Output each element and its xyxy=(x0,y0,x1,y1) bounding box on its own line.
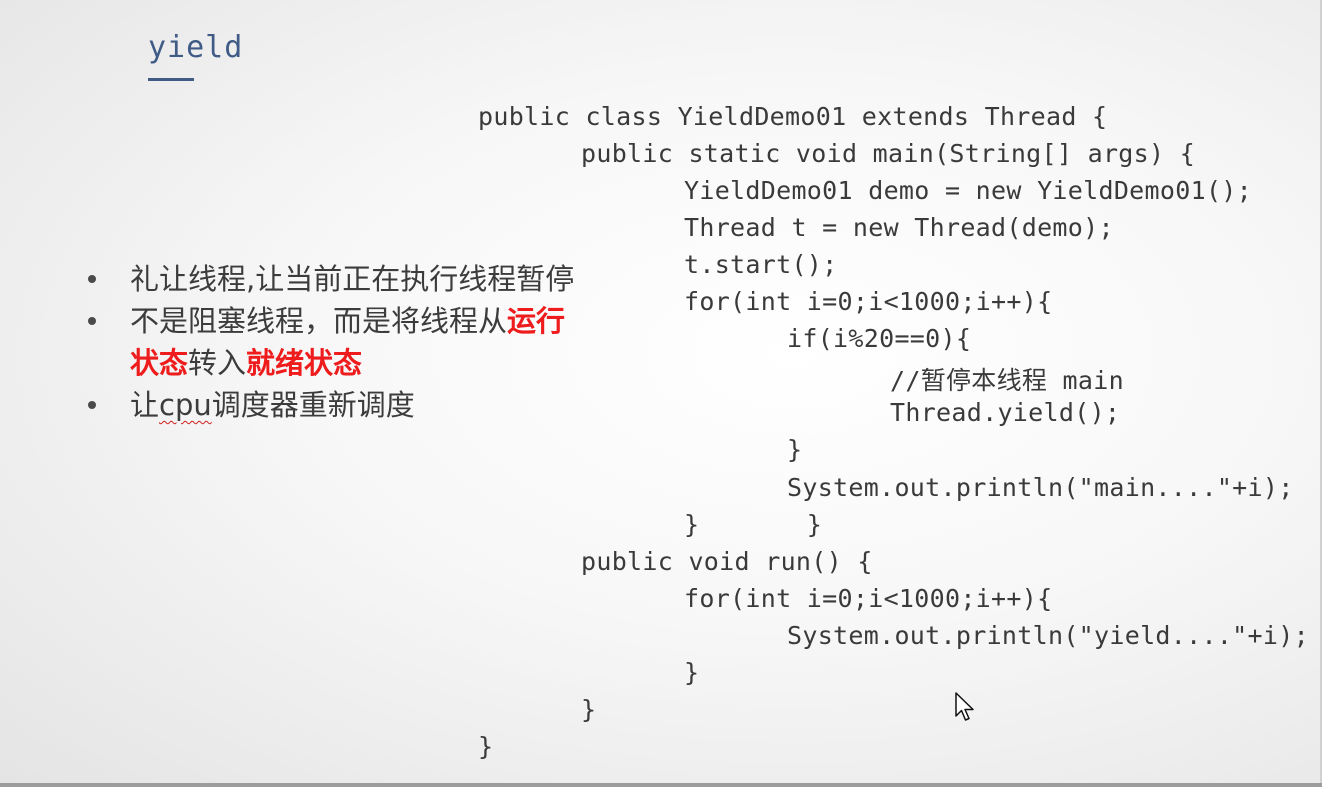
code-line: } } xyxy=(684,510,823,539)
code-line: Thread t = new Thread(demo); xyxy=(684,213,1114,242)
slide: yield 礼让线程,让当前正在执行线程暂停 不是阻塞线程，而是将线程从运行 状… xyxy=(0,0,1322,787)
code-line: public void run() { xyxy=(581,547,873,576)
bullet-text: 让 xyxy=(130,388,160,422)
bullet-highlight: 就绪状态 xyxy=(246,346,363,380)
code-line: public class YieldDemo01 extends Thread … xyxy=(478,102,1108,131)
bullet-item: 让cpu调度器重新调度 xyxy=(86,384,574,426)
bullet-list: 礼让线程,让当前正在执行线程暂停 不是阻塞线程，而是将线程从运行 状态转入就绪状… xyxy=(86,258,574,426)
code-line: } xyxy=(581,695,597,724)
bullet-text: 礼让线程,让当前正在执行线程暂停 xyxy=(130,262,575,296)
bullet-text: 转入 xyxy=(188,346,247,380)
code-line: t.start(); xyxy=(684,250,838,279)
code-line: for(int i=0;i<1000;i++){ xyxy=(684,287,1053,316)
bullet-text: 不是阻塞线程，而是将线程从 xyxy=(130,304,508,338)
code-line: } xyxy=(478,732,494,761)
code-line: } xyxy=(684,658,700,687)
code-line: YieldDemo01 demo = new YieldDemo01(); xyxy=(684,176,1252,205)
bullet-item: 礼让线程,让当前正在执行线程暂停 xyxy=(86,258,574,300)
code-line: for(int i=0;i<1000;i++){ xyxy=(684,584,1053,613)
bullet-dot-icon xyxy=(88,401,96,409)
code-line: Thread.yield(); xyxy=(890,398,1121,427)
spellcheck-underlined-word: cpu xyxy=(159,388,212,422)
slide-title: yield xyxy=(148,30,244,65)
slide-edge-bottom xyxy=(0,783,1322,787)
mouse-pointer-icon xyxy=(955,692,974,721)
bullet-dot-icon xyxy=(88,275,96,283)
bullet-continuation: 状态转入就绪状态 xyxy=(86,342,574,384)
code-line: System.out.println("main...."+i); xyxy=(787,473,1294,502)
bullet-highlight: 状态 xyxy=(130,346,189,380)
code-block: public class YieldDemo01 extends Thread … xyxy=(0,0,1309,761)
bullet-dot-icon xyxy=(88,317,96,325)
code-line: System.out.println("yield...."+i); xyxy=(787,621,1309,650)
bullet-highlight: 运行 xyxy=(507,304,566,338)
code-line: public static void main(String[] args) { xyxy=(581,139,1196,168)
code-line: //暂停本线程 main xyxy=(890,366,1124,395)
code-line: } xyxy=(787,435,803,464)
bullet-text: 调度器重新调度 xyxy=(211,388,415,422)
code-line: if(i%20==0){ xyxy=(787,324,972,353)
title-underline xyxy=(148,78,194,81)
bullet-item: 不是阻塞线程，而是将线程从运行 xyxy=(86,300,574,342)
